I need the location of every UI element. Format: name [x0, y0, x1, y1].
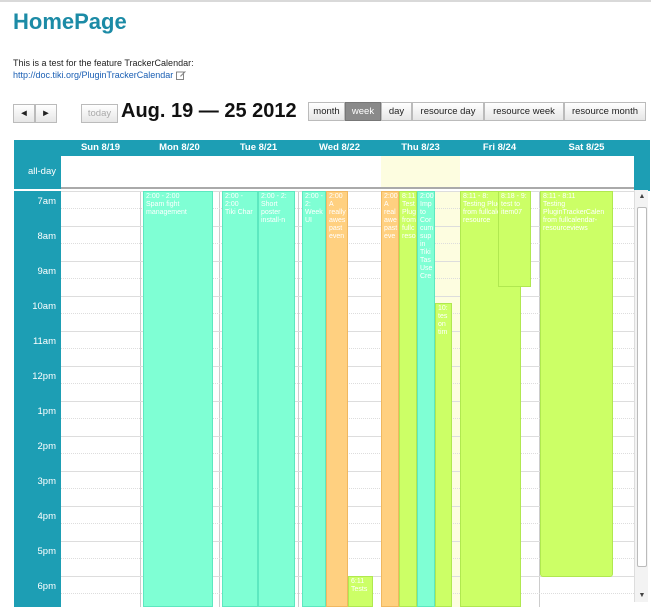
hour-label: 11am	[32, 336, 56, 347]
event-time: 8:11	[402, 193, 416, 200]
hour-label: 10am	[32, 301, 56, 312]
event-time: 2:00 - 2:	[261, 193, 287, 200]
event-title: tes on tim	[438, 313, 448, 336]
date-range-title: Aug. 19 — 25 2012	[121, 100, 297, 122]
calendar-event[interactable]: 8:18 - 9: test to item07	[498, 191, 531, 287]
calendar-event[interactable]: 2:00 - 2:00 Tiki Char	[222, 191, 258, 607]
calendar-event[interactable]: 2:00 Imp to Cor cum sup in Tiki Tas Use …	[417, 191, 435, 607]
event-time: 10:	[438, 305, 448, 312]
hour-label: 4pm	[37, 511, 56, 522]
all-day-row[interactable]	[61, 156, 634, 189]
hour-label: 6pm	[37, 581, 56, 592]
event-time: 8:11 - 8:11	[543, 193, 576, 200]
event-title: A real awe past eve	[384, 201, 398, 240]
hour-label: 2pm	[37, 441, 56, 452]
day-header-sun: Sun 8/19	[80, 142, 121, 153]
view-resource-week-button[interactable]: resource week	[484, 102, 564, 121]
hour-label: 1pm	[37, 406, 56, 417]
event-time: 2:00 - 2:00	[225, 193, 243, 208]
page-description: This is a test for the feature TrackerCa…	[13, 58, 194, 68]
event-title: Testing PluginTrackerCalen from fullcale…	[543, 201, 605, 232]
week-calendar: Sun 8/19 Mon 8/20 Tue 8/21 Wed 8/22 Thu …	[14, 140, 650, 607]
event-title: Tiki Char	[225, 209, 253, 216]
page-title: HomePage	[13, 9, 127, 34]
event-title: A really awes past even	[329, 201, 346, 240]
scroll-up-icon[interactable]: ▲	[637, 193, 647, 200]
hour-label: 8am	[37, 231, 56, 242]
calendar-event[interactable]: 8:11 - 8:11 Testing PluginTrackerCalen f…	[540, 191, 613, 577]
event-time: 2:00 - 2:00	[146, 193, 180, 200]
day-header-tue: Tue 8/21	[239, 142, 278, 153]
event-time: 6:11	[351, 578, 365, 585]
all-day-label-cell: all-day	[14, 156, 61, 189]
event-title: Imp to Cor cum sup in Tiki Tas Use Cre	[420, 201, 434, 280]
hour-label: 5pm	[37, 546, 56, 557]
today-button[interactable]: today	[81, 104, 118, 123]
time-axis: 7am 8am 9am 10am 11am 12pm 1pm 2pm 3pm 4…	[14, 191, 61, 607]
grid-scrollbar[interactable]: ▲ ▼	[634, 190, 648, 602]
event-title: Spam fight management	[146, 201, 187, 216]
hour-label: 9am	[37, 266, 56, 277]
day-header-fri: Fri 8/24	[482, 142, 517, 153]
prev-button[interactable]: ◄	[13, 104, 35, 123]
event-title: Week UI	[305, 209, 323, 224]
calendar-event[interactable]: 2:00 - 2: Week UI	[302, 191, 326, 607]
event-time: 2:00	[384, 193, 398, 200]
top-border	[0, 0, 651, 2]
view-resource-day-button[interactable]: resource day	[412, 102, 484, 121]
today-highlight	[381, 156, 460, 187]
view-month-button[interactable]: month	[308, 102, 345, 121]
hour-label: 7am	[37, 196, 56, 207]
scroll-down-icon[interactable]: ▼	[637, 592, 647, 599]
event-title: Test Plug from fullc reso	[402, 201, 417, 240]
calendar-event[interactable]: 10: tes on tim	[435, 303, 452, 607]
all-day-label: all-day	[28, 166, 56, 177]
event-time: 2:00	[329, 193, 343, 200]
hour-label: 12pm	[32, 371, 56, 382]
day-header-wed: Wed 8/22	[318, 142, 360, 153]
view-week-button[interactable]: week	[345, 102, 381, 121]
event-title: Tests	[351, 586, 368, 593]
calendar-event[interactable]: 8:11 Test Plug from fullc reso	[399, 191, 417, 607]
view-resource-month-button[interactable]: resource month	[564, 102, 646, 121]
calendar-event[interactable]: 2:00 A really awes past even	[326, 191, 348, 607]
day-header-row: Sun 8/19 Mon 8/20 Tue 8/21 Wed 8/22 Thu …	[14, 140, 650, 156]
day-header-mon: Mon 8/20	[159, 142, 200, 153]
calendar-event[interactable]: 2:00 A real awe past eve	[381, 191, 399, 607]
edit-icon[interactable]	[176, 70, 186, 80]
day-header-thu: Thu 8/23	[401, 142, 440, 153]
event-time: 2:00 - 2:	[305, 193, 323, 208]
plugin-doc-link[interactable]: http://doc.tiki.org/PluginTrackerCalenda…	[13, 70, 173, 80]
next-button[interactable]: ►	[35, 104, 57, 123]
calendar-event[interactable]: 2:00 - 2:00 Spam fight management	[143, 191, 213, 607]
hour-label: 3pm	[37, 476, 56, 487]
calendar-event[interactable]: 2:00 - 2: Short poster install-n	[258, 191, 295, 607]
event-time: 8:18 - 9:	[501, 193, 527, 200]
calendar-event[interactable]: 6:11 Tests	[348, 576, 373, 607]
header-filler	[634, 156, 650, 191]
event-title: Short poster install-n	[261, 201, 286, 224]
event-time: 2:00	[420, 193, 434, 200]
event-title: test to item07	[501, 201, 523, 216]
day-header-sat: Sat 8/25	[568, 142, 605, 153]
view-day-button[interactable]: day	[381, 102, 412, 121]
scrollbar-thumb[interactable]	[637, 207, 647, 567]
